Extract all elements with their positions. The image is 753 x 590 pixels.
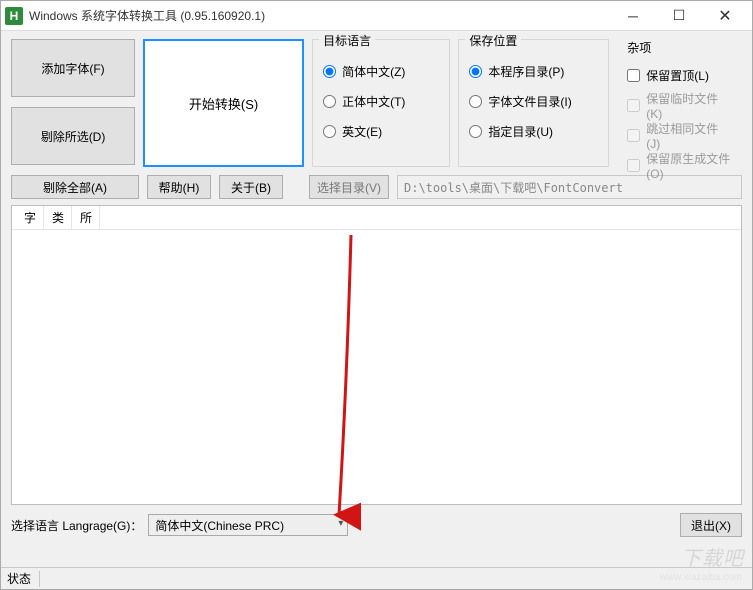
- save-location-group: 保存位置 本程序目录(P) 字体文件目录(I) 指定目录(U): [458, 39, 609, 167]
- col-header[interactable]: 类: [44, 206, 72, 229]
- checkbox-input[interactable]: [627, 69, 640, 82]
- radio-label: 正体中文(T): [342, 93, 405, 110]
- start-convert-button[interactable]: 开始转换(S): [143, 39, 304, 167]
- window-title: Windows 系统字体转换工具 (0.95.160920.1): [29, 7, 265, 24]
- status-bar: 状态: [1, 567, 752, 589]
- app-icon: H: [5, 7, 23, 25]
- radio-custom-dir[interactable]: 指定目录(U): [469, 116, 598, 146]
- language-selected: 简体中文(Chinese PRC): [155, 517, 284, 534]
- radio-input[interactable]: [469, 95, 482, 108]
- check-label: 保留原生成文件(O): [646, 150, 732, 181]
- radio-input[interactable]: [323, 125, 336, 138]
- target-language-group: 目标语言 简体中文(Z) 正体中文(T) 英文(E): [312, 39, 450, 167]
- check-label: 保留临时文件(K): [646, 90, 732, 121]
- exit-button[interactable]: 退出(X): [680, 513, 742, 537]
- about-button[interactable]: 关于(B): [219, 175, 283, 199]
- radio-label: 指定目录(U): [488, 123, 553, 140]
- language-label: 选择语言 Langrage(G)：: [11, 517, 142, 534]
- language-select[interactable]: 简体中文(Chinese PRC) ▾: [148, 514, 348, 536]
- group-title: 目标语言: [319, 32, 375, 49]
- radio-font-dir[interactable]: 字体文件目录(I): [469, 86, 598, 116]
- check-skip-same: 跳过相同文件(J): [627, 120, 732, 150]
- radio-input[interactable]: [469, 125, 482, 138]
- group-title: 杂项: [627, 39, 732, 56]
- maximize-button[interactable]: ☐: [656, 1, 702, 31]
- checkbox-input: [627, 129, 640, 142]
- radio-label: 字体文件目录(I): [488, 93, 571, 110]
- check-label: 保留置顶(L): [646, 67, 709, 84]
- col-header[interactable]: 字: [16, 206, 44, 229]
- radio-input[interactable]: [469, 65, 482, 78]
- group-title: 保存位置: [465, 32, 521, 49]
- help-button[interactable]: 帮助(H): [147, 175, 211, 199]
- radio-simplified[interactable]: 简体中文(Z): [323, 56, 439, 86]
- check-keep-top[interactable]: 保留置顶(L): [627, 60, 732, 90]
- checkbox-input: [627, 99, 640, 112]
- radio-label: 本程序目录(P): [488, 63, 564, 80]
- radio-label: 英文(E): [342, 123, 382, 140]
- remove-all-button[interactable]: 剔除全部(A): [11, 175, 139, 199]
- radio-input[interactable]: [323, 65, 336, 78]
- radio-english[interactable]: 英文(E): [323, 116, 439, 146]
- font-list[interactable]: 字 类 所: [11, 205, 742, 505]
- radio-program-dir[interactable]: 本程序目录(P): [469, 56, 598, 86]
- misc-group: 杂项 保留置顶(L) 保留临时文件(K) 跳过相同文件(J) 保留原生成文件(O…: [617, 39, 742, 167]
- check-label: 跳过相同文件(J): [646, 120, 732, 151]
- col-header[interactable]: 所: [72, 206, 100, 229]
- minimize-button[interactable]: ─: [610, 1, 656, 31]
- select-dir-button[interactable]: 选择目录(V): [309, 175, 389, 199]
- chevron-down-icon: ▾: [338, 518, 343, 529]
- status-label: 状态: [7, 570, 31, 587]
- add-font-button[interactable]: 添加字体(F): [11, 39, 135, 97]
- check-keep-gen: 保留原生成文件(O): [627, 150, 732, 180]
- checkbox-input: [627, 159, 640, 172]
- radio-traditional[interactable]: 正体中文(T): [323, 86, 439, 116]
- radio-label: 简体中文(Z): [342, 63, 405, 80]
- radio-input[interactable]: [323, 95, 336, 108]
- check-keep-temp: 保留临时文件(K): [627, 90, 732, 120]
- close-button[interactable]: ✕: [702, 1, 748, 31]
- remove-selected-button[interactable]: 剔除所选(D): [11, 107, 135, 165]
